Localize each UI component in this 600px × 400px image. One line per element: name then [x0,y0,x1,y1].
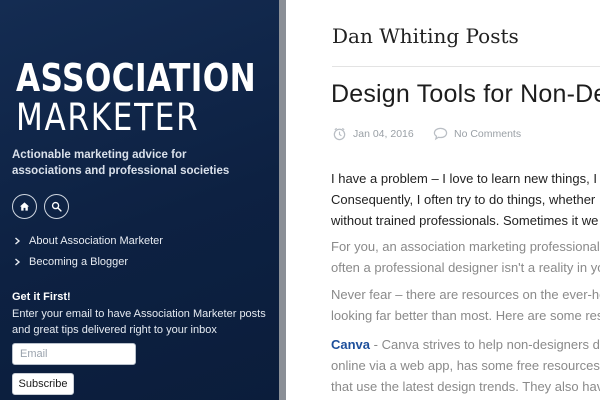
text-fragment: - Canva strives to help non-designers de [370,337,600,352]
post-paragraph-2: For you, an association marketing profes… [331,236,600,278]
comment-icon [433,127,448,141]
post-comments-text: No Comments [454,127,522,140]
text-line: often a professional designer isn't a re… [331,260,600,275]
post-date-text: Jan 04, 2016 [353,127,414,140]
chevron-right-icon [15,258,21,266]
main-content: Dan Whiting Posts Design Tools for Non-D… [286,0,600,400]
signup-title: Get it First! [12,291,71,303]
canva-link[interactable]: Canva [331,337,370,352]
search-icon [51,201,62,212]
text-line: For you, an association marketing profes… [331,239,600,254]
post-comments[interactable]: No Comments [433,126,521,141]
post-paragraph-1: I have a problem – I love to learn new t… [331,168,600,231]
heading-divider [332,66,600,67]
sidebar-item-about[interactable]: About Association Marketer [14,235,163,247]
sidebar: ASSOCIATION MARKETER Actionable marketin… [0,0,279,400]
sidebar-item-label: About Association Marketer [29,235,163,247]
site-logo-line2[interactable]: MARKETER [16,96,199,140]
chevron-right-icon [15,237,21,245]
text-line: Never fear – there are resources on the … [331,287,600,302]
post-title[interactable]: Design Tools for Non-Desig [331,80,600,109]
subscribe-button[interactable]: Subscribe [12,373,74,395]
email-field[interactable] [12,343,136,365]
text-line: Canva - Canva strives to help non-design… [331,334,600,355]
sidebar-item-becoming-blogger[interactable]: Becoming a Blogger [14,256,128,268]
post-paragraph-3: Never fear – there are resources on the … [331,284,600,326]
text-line: Consequently, I often try to do things, … [331,192,596,207]
sidebar-item-label: Becoming a Blogger [29,256,129,268]
sidebar-divider [279,0,286,400]
text-line: looking far better than most. Here are s… [331,308,600,323]
section-heading: Dan Whiting Posts [332,24,519,48]
post-date: Jan 04, 2016 [332,126,414,141]
clock-icon [333,127,346,141]
home-icon [19,202,30,211]
post-paragraph-4: Canva - Canva strives to help non-design… [331,334,600,397]
text-line: online via a web app, has some free reso… [331,358,600,373]
site-logo-line1[interactable]: ASSOCIATION [16,56,256,100]
signup-description: Enter your email to have Association Mar… [12,308,266,336]
text-line: that use the latest design trends. They … [331,379,600,394]
text-line: I have a problem – I love to learn new t… [331,171,600,186]
text-line: without trained professionals. Sometimes… [331,213,599,228]
site-tagline: Actionable marketing advice for associat… [12,149,230,177]
search-button[interactable] [44,194,69,219]
home-button[interactable] [12,194,37,219]
